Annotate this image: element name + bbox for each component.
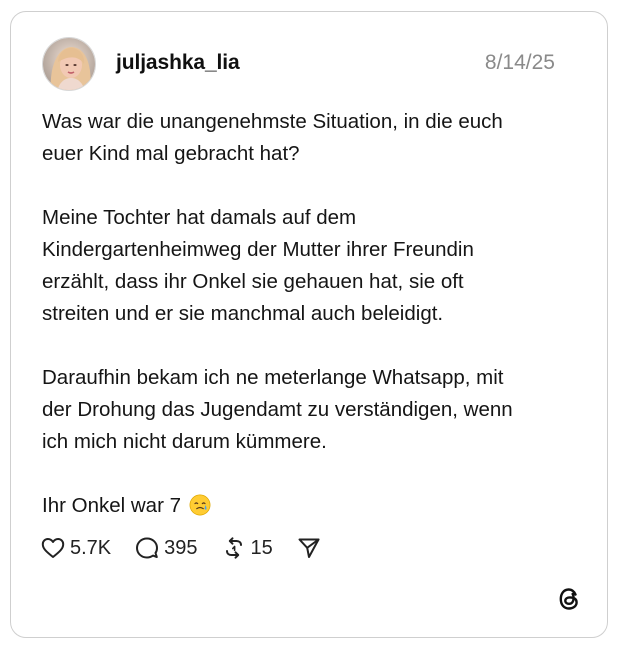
- avatar-image: [43, 38, 95, 90]
- share-button[interactable]: [297, 536, 326, 560]
- post-last-line-text: Ihr Onkel war 7: [42, 494, 181, 517]
- comment-count: 395: [164, 536, 198, 559]
- comment-bubble-icon: [136, 537, 159, 559]
- send-icon: [298, 538, 320, 558]
- avatar[interactable]: [42, 37, 96, 91]
- repost-icon: [225, 537, 242, 559]
- face-holding-back-tears-icon: [189, 494, 211, 516]
- post-last-line: Ihr Onkel war 7: [42, 490, 582, 522]
- post-paragraph: Daraufhin bekam ich ne meterlange Whatsa…: [42, 366, 513, 453]
- threads-logo-icon: [559, 588, 578, 610]
- like-count: 5.7K: [70, 536, 112, 559]
- like-button[interactable]: 5.7K: [41, 537, 111, 560]
- username[interactable]: juljashka_lia: [116, 51, 240, 75]
- post-paragraph: Was war die unangenehmste Situation, in …: [42, 110, 503, 165]
- post-date: 8/14/25: [484, 51, 555, 74]
- comment-button[interactable]: 395: [135, 536, 198, 560]
- post-text: Was war die unangenehmste Situation, in …: [42, 106, 582, 522]
- heart-icon: [41, 538, 65, 558]
- action-bar: 5.7K 395 15: [41, 535, 350, 561]
- repost-count: 15: [250, 536, 273, 559]
- post-paragraph: Meine Tochter hat damals auf dem Kinderg…: [42, 206, 474, 325]
- post-card: juljashka_lia 8/14/25 Was war die unange…: [10, 11, 608, 638]
- repost-button[interactable]: 15: [222, 536, 273, 560]
